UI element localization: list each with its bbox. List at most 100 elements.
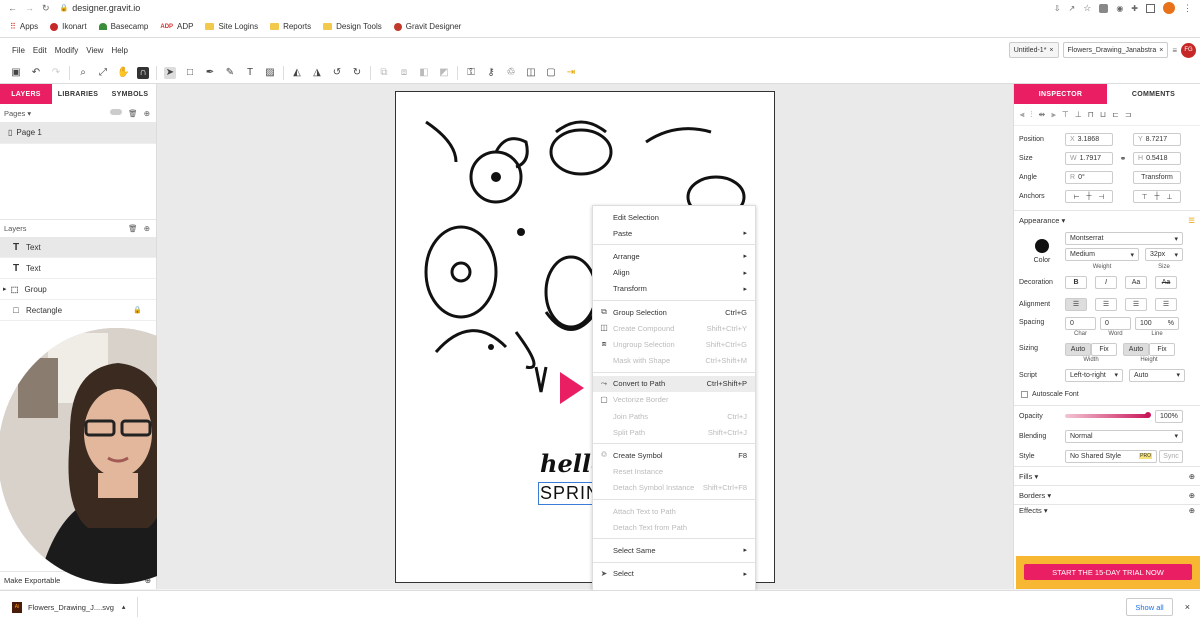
bookmark-apps[interactable]: ⠿ Apps (10, 22, 38, 31)
hand-icon[interactable]: ✋ (117, 67, 129, 79)
symbol-icon[interactable]: ♲ (505, 67, 517, 79)
context-menu-item-create-symbol[interactable]: ♲ Create Symbol F8 (593, 447, 755, 463)
start-trial-button[interactable]: START THE 15-DAY TRIAL NOW (1024, 564, 1192, 580)
profile-avatar[interactable] (1163, 2, 1175, 14)
width-field[interactable]: W 1.7917 (1065, 152, 1113, 165)
share-icon[interactable]: ↗ (1069, 4, 1076, 13)
layer-item-text[interactable]: T Text (0, 258, 156, 279)
show-all-button[interactable]: Show all (1126, 598, 1173, 616)
word-spacing-field[interactable]: 0 (1100, 317, 1131, 330)
url-text[interactable]: designer.gravit.io (72, 3, 140, 13)
layer-item-text[interactable]: T Text (0, 237, 156, 258)
reload-icon[interactable]: ↻ (42, 3, 50, 14)
add-border-icon[interactable]: ⊕ (1189, 491, 1195, 500)
y-field[interactable]: Y 8.7217 (1133, 133, 1181, 146)
menu-help[interactable]: Help (111, 46, 127, 55)
tab-layers[interactable]: LAYERS (0, 84, 52, 104)
add-effect-icon[interactable]: ⊕ (1189, 506, 1195, 515)
tab-libraries[interactable]: LIBRARIES (52, 84, 104, 104)
anchor-bottom-icon[interactable]: ⊥ (1166, 193, 1172, 201)
link-icon[interactable]: ⚭ (1113, 154, 1133, 163)
tab-inspector[interactable]: INSPECTOR (1014, 84, 1107, 104)
char-spacing-field[interactable]: 0 (1065, 317, 1096, 330)
image-tool-icon[interactable]: ▨ (264, 67, 276, 79)
align-left-icon[interactable]: ⫷ (1020, 110, 1025, 120)
ungroup-icon[interactable]: ⧈ (398, 67, 410, 79)
height-field[interactable]: H 0.5418 (1133, 152, 1181, 165)
chevron-up-icon[interactable]: ▴ (122, 603, 126, 611)
bookmark-ikonart[interactable]: Ikonart (50, 22, 87, 31)
chevron-down-icon[interactable]: ▾ (27, 109, 31, 118)
anchor-top-icon[interactable]: ⊤ (1141, 193, 1147, 201)
undo-icon[interactable]: ↶ (30, 67, 42, 79)
anchor-center-icon[interactable]: ┼ (1087, 193, 1092, 200)
distribute-vertical-icon[interactable]: ⊏ (1112, 110, 1119, 119)
export-icon[interactable]: ⇥ (565, 67, 577, 79)
close-icon[interactable]: × (1159, 47, 1163, 54)
doc-tab-untitled[interactable]: Untitled-1* × (1008, 42, 1059, 58)
opacity-field[interactable]: 100% (1155, 409, 1183, 423)
download-file-name[interactable]: Flowers_Drawing_J....svg (28, 603, 114, 612)
back-icon[interactable]: ← (8, 3, 17, 13)
bookmark-adp[interactable]: ADP ADP (160, 22, 193, 31)
bookmark-star-icon[interactable]: ☆ (1083, 3, 1091, 14)
user-avatar[interactable]: FG (1181, 42, 1196, 58)
lock-icon[interactable]: 🔒 (133, 306, 142, 314)
group-icon[interactable]: ⧉ (378, 67, 390, 79)
bold-button[interactable]: B (1065, 275, 1087, 289)
case-button[interactable]: Aa (1125, 275, 1147, 289)
angle-field[interactable]: R 0° (1065, 171, 1113, 184)
lock-icon[interactable]: ⚿ (465, 67, 477, 79)
flip-horizontal-icon[interactable]: ◭ (291, 67, 303, 79)
rotate-right-icon[interactable]: ↻ (351, 67, 363, 79)
strikethrough-button[interactable]: Aa (1155, 275, 1177, 289)
trash-icon[interactable]: 🗑 (128, 109, 138, 118)
width-fix-button[interactable]: Fix (1091, 343, 1117, 356)
tab-comments[interactable]: COMMENTS (1107, 84, 1200, 104)
context-menu-item-transform[interactable]: Transform ▸ (593, 281, 755, 297)
appearance-menu-icon[interactable]: ☰ (1188, 216, 1195, 225)
menu-file[interactable]: File (12, 46, 25, 55)
layer-item-rectangle[interactable]: □ Rectangle 🔒 (0, 300, 156, 321)
script-direction-select[interactable]: Left-to-right ▾ (1065, 368, 1123, 382)
pointer-tool-icon[interactable]: ➤ (164, 66, 176, 79)
color-swatch[interactable] (1035, 238, 1049, 253)
align-baseline-icon[interactable]: ⊔ (1100, 110, 1106, 119)
fit-icon[interactable]: ⤢ (97, 67, 109, 79)
anchor-left-icon[interactable]: ⊢ (1073, 193, 1079, 201)
x-field[interactable]: X 3.1868 (1065, 133, 1113, 146)
redo-icon[interactable]: ↷ (50, 67, 62, 79)
transform-button[interactable]: Transform (1133, 171, 1181, 184)
menu-modify[interactable]: Modify (55, 46, 79, 55)
magnet-icon[interactable]: ∩ (137, 66, 149, 79)
fills-header[interactable]: Fills ▾ ⊕ (1014, 466, 1200, 485)
font-weight-select[interactable]: Medium ▾ (1065, 248, 1139, 261)
italic-button[interactable]: I (1095, 275, 1117, 289)
sync-button[interactable]: Sync (1159, 449, 1183, 463)
extension-icon[interactable] (1099, 3, 1109, 13)
text-align-right-icon[interactable]: ☰ (1125, 297, 1147, 311)
add-page-icon[interactable]: ⊕ (144, 109, 150, 118)
align-top-icon[interactable]: ⊤ (1062, 110, 1069, 119)
context-menu-item-convert-to-path[interactable]: ⤳ Convert to Path Ctrl+Shift+P (593, 375, 755, 392)
anchor-middle-icon[interactable]: ┼ (1155, 193, 1160, 200)
bookmark-basecamp[interactable]: Basecamp (98, 22, 148, 31)
close-icon[interactable]: × (1185, 602, 1190, 612)
unlock-icon[interactable]: ⚷ (485, 67, 497, 79)
pencil-tool-icon[interactable]: ✎ (224, 67, 236, 79)
anchor-right-icon[interactable]: ⊣ (1098, 193, 1104, 201)
download-icon[interactable]: ⇩ (1054, 4, 1061, 13)
menu-view[interactable]: View (86, 46, 103, 55)
distribute-horizontal-icon[interactable]: ⊐ (1125, 110, 1132, 119)
text-align-left-icon[interactable]: ☰ (1065, 297, 1087, 311)
mask-icon[interactable]: ◩ (438, 67, 450, 79)
shared-style-select[interactable]: No Shared Style PRO (1065, 449, 1157, 463)
bookmark-site-logins[interactable]: Site Logins (205, 22, 258, 31)
font-family-select[interactable]: Montserrat ▾ (1065, 232, 1183, 245)
height-fix-button[interactable]: Fix (1149, 343, 1175, 356)
line-spacing-field[interactable]: 100% (1135, 317, 1179, 330)
design-canvas[interactable]: hello SPRIN (157, 84, 1013, 589)
align-bottom-icon[interactable]: ⊓ (1088, 110, 1094, 119)
puzzle-icon[interactable]: ✚ (1131, 4, 1138, 13)
opacity-slider-handle[interactable] (1145, 412, 1151, 418)
